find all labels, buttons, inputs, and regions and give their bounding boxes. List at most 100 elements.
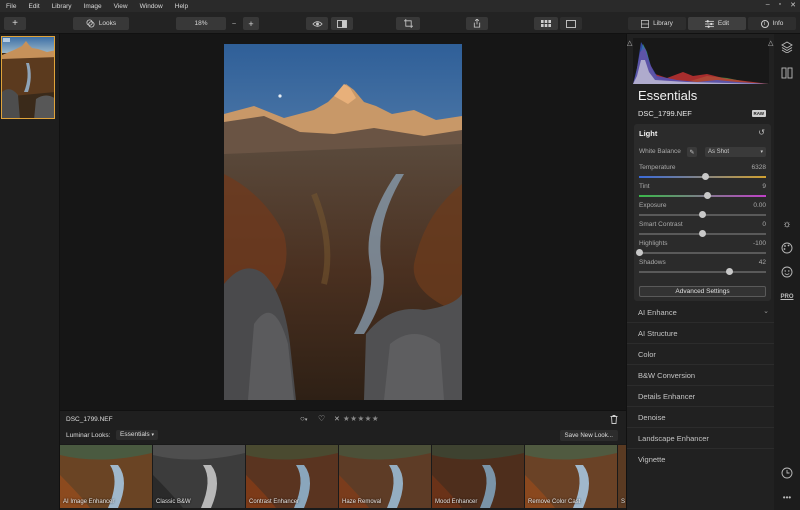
window-controls: – ▫ ✕ — [766, 1, 796, 9]
advanced-settings-button[interactable]: Advanced Settings — [639, 286, 766, 297]
zoom-out-button[interactable]: – — [228, 17, 240, 30]
save-new-look-button[interactable]: Save New Look... — [559, 430, 618, 441]
sliders-icon — [704, 19, 714, 28]
close-icon[interactable]: ✕ — [790, 1, 796, 9]
menu-bar: File Edit Library Image View Window Help… — [0, 0, 800, 12]
chevron-down-icon: ⌄ — [763, 308, 769, 315]
image-thumbnail[interactable] — [1, 36, 55, 119]
edit-label: Edit — [717, 20, 730, 27]
library-tab[interactable]: Library — [628, 17, 686, 30]
more-options-icon[interactable]: ••• — [780, 490, 794, 504]
shadows-slider[interactable]: Shadows 42 — [639, 259, 766, 277]
look-thumbnail[interactable]: Haze Removal — [339, 445, 431, 508]
look-thumbnail[interactable]: Contrast Enhancer — [246, 445, 338, 508]
library-label: Library — [653, 20, 673, 27]
zoom-in-button[interactable]: + — [243, 17, 259, 30]
portrait-face-icon[interactable] — [780, 265, 794, 279]
image-canvas — [60, 34, 626, 410]
look-thumbnail[interactable]: S — [618, 445, 626, 508]
single-view-button[interactable] — [560, 17, 582, 30]
light-tool-panel: Light ↺ White Balance ✎ As Shot ▾ Temper… — [634, 124, 771, 301]
exposure-slider[interactable]: Exposure 0.00 — [639, 202, 766, 220]
look-name: AI Image Enhancer — [63, 499, 115, 505]
favorite-heart-icon[interactable]: ♡ — [318, 414, 325, 423]
menu-help[interactable]: Help — [175, 3, 188, 10]
look-thumbnail[interactable]: Classic B&W — [153, 445, 245, 508]
history-clock-icon[interactable] — [780, 466, 794, 480]
compare-button[interactable] — [331, 17, 353, 30]
restore-icon[interactable]: ▫ — [779, 1, 781, 9]
canvas-icon[interactable] — [780, 66, 794, 80]
tool-landscape-enhancer[interactable]: Landscape Enhancer — [627, 428, 775, 449]
menu-library[interactable]: Library — [52, 3, 72, 10]
looks-button[interactable]: Looks — [73, 17, 129, 30]
slider-handle[interactable] — [699, 230, 706, 237]
menu-image[interactable]: Image — [84, 3, 102, 10]
slider-handle[interactable] — [635, 249, 643, 256]
share-button[interactable] — [466, 17, 488, 30]
tool-ai-enhance[interactable]: AI Enhance ⌄ — [627, 302, 775, 323]
tool-details-enhancer[interactable]: Details Enhancer — [627, 386, 775, 407]
look-name: Contrast Enhancer — [249, 499, 300, 505]
info-label: Info — [772, 20, 784, 27]
tool-bw-conversion[interactable]: B&W Conversion — [627, 365, 775, 386]
minimize-icon[interactable]: – — [766, 1, 770, 9]
star-rating[interactable]: ★★★★★ — [343, 414, 379, 423]
menu-file[interactable]: File — [6, 3, 16, 10]
creative-palette-icon[interactable] — [780, 241, 794, 255]
look-thumbnail[interactable]: Mood Enhancer — [432, 445, 524, 508]
menu-view[interactable]: View — [114, 3, 128, 10]
trash-icon[interactable] — [610, 415, 618, 424]
share-icon — [473, 19, 481, 28]
eyedropper-icon[interactable]: ✎ — [687, 147, 697, 157]
panel-filename: DSC_1799.NEF — [638, 109, 692, 118]
tint-slider[interactable]: Tint 9 — [639, 183, 766, 201]
menu-edit[interactable]: Edit — [28, 3, 39, 10]
slider-handle[interactable] — [725, 268, 733, 275]
temperature-slider[interactable]: Temperature 6328 — [639, 164, 766, 182]
grid-icon — [541, 20, 551, 27]
color-label-icon[interactable]: ○▾ — [300, 414, 307, 423]
edit-panel: △ △ Essentials DSC_1799.NEF RAW Light ↺ … — [626, 34, 775, 510]
preview-button[interactable] — [306, 17, 328, 30]
tool-vignette[interactable]: Vignette — [627, 449, 775, 470]
reset-icon[interactable]: ↺ — [758, 128, 765, 137]
grid-view-button[interactable] — [534, 17, 558, 30]
zoom-dropdown[interactable]: 18% — [176, 17, 226, 30]
looks-category-dropdown[interactable]: Essentials ▾ — [116, 430, 158, 440]
menu-window[interactable]: Window — [140, 3, 163, 10]
reject-icon[interactable]: ✕ — [334, 415, 340, 423]
smart-contrast-slider[interactable]: Smart Contrast 0 — [639, 221, 766, 239]
edit-tab[interactable]: Edit — [688, 17, 746, 30]
essentials-sun-icon[interactable]: ☼ — [780, 217, 794, 231]
tool-denoise[interactable]: Denoise — [627, 407, 775, 428]
tool-ai-structure[interactable]: AI Structure — [627, 323, 775, 344]
panel-title: Essentials — [638, 88, 698, 103]
info-icon: i — [760, 19, 769, 28]
image-info-bar: DSC_1799.NEF ○▾ ♡ ✕ ★★★★★ — [60, 410, 626, 428]
add-images-button[interactable]: + — [4, 17, 26, 30]
info-tab[interactable]: i Info — [748, 17, 796, 30]
crop-button[interactable] — [396, 17, 420, 30]
light-title[interactable]: Light — [639, 129, 657, 138]
library-icon — [641, 19, 650, 28]
look-name: Remove Color Cast — [528, 499, 581, 505]
look-thumbnail[interactable]: Remove Color Cast — [525, 445, 617, 508]
white-balance-label: White Balance — [639, 148, 681, 155]
pro-tools-icon[interactable]: PRO — [780, 290, 794, 304]
plus-icon: + — [12, 18, 18, 29]
looks-strip: AI Image Enhancer Classic B&W Contrast E… — [60, 444, 626, 510]
highlights-slider[interactable]: Highlights -100 — [635, 240, 766, 258]
slider-handle[interactable] — [699, 211, 706, 218]
tool-color[interactable]: Color — [627, 344, 775, 365]
slider-handle[interactable] — [701, 173, 709, 180]
look-name: Mood Enhancer — [435, 499, 478, 505]
look-thumbnail[interactable]: AI Image Enhancer — [60, 445, 152, 508]
chevron-down-icon: ▾ — [151, 432, 154, 438]
filmstrip-panel — [0, 34, 60, 510]
layers-icon[interactable] — [780, 40, 794, 54]
slider-handle[interactable] — [704, 192, 712, 199]
white-balance-dropdown[interactable]: As Shot ▾ — [705, 147, 766, 157]
main-photo[interactable] — [224, 44, 462, 400]
tool-category-rail: ☼ PRO ••• — [774, 34, 800, 510]
